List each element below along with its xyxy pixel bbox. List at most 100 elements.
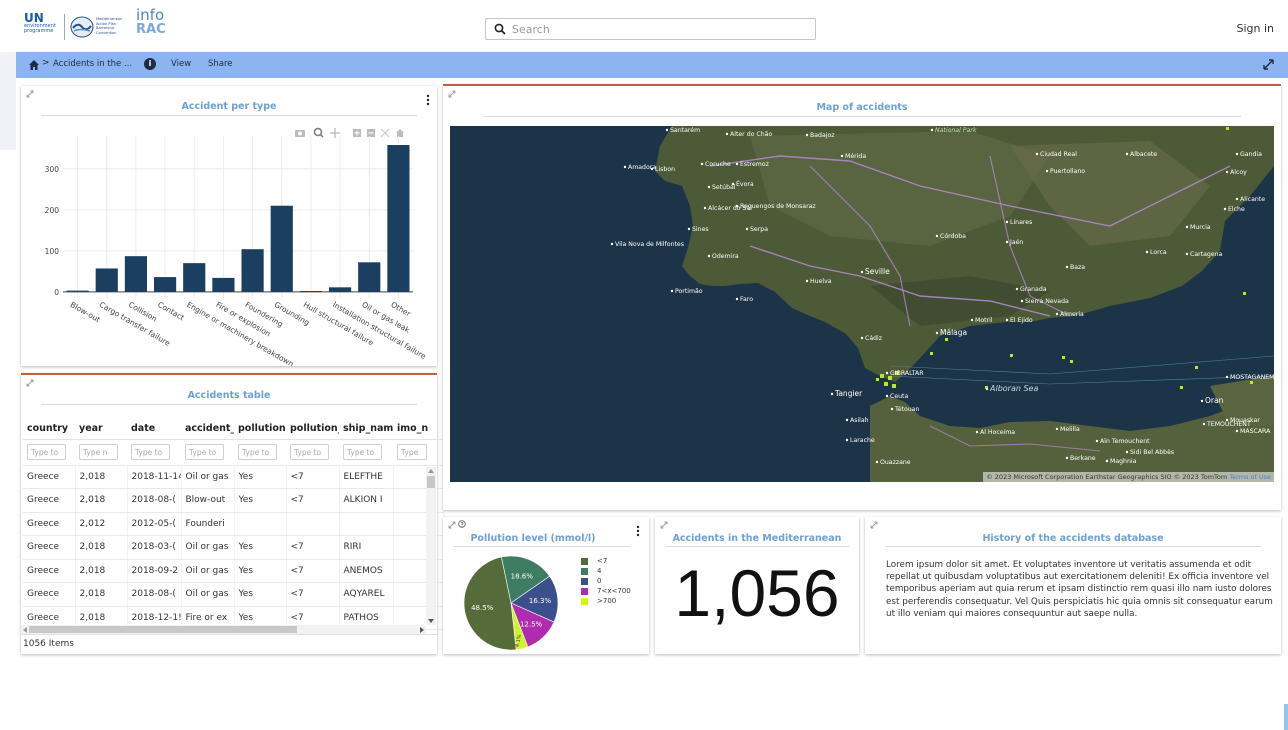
page-scroll-indicator[interactable]: [1284, 704, 1288, 730]
table-cell[interactable]: 2,018: [75, 535, 128, 560]
table-cell[interactable]: 2018-08-(: [127, 488, 182, 513]
expand-icon[interactable]: [660, 521, 668, 529]
column-header[interactable]: ship_nam: [339, 419, 393, 440]
scroll-right-icon[interactable]: [420, 627, 425, 633]
table-cell[interactable]: [286, 512, 340, 536]
search-icon[interactable]: [494, 23, 506, 35]
un-environment-logo[interactable]: UN environment programme: [24, 12, 64, 42]
column-header[interactable]: accident_: [181, 419, 234, 440]
horizontal-scrollbar[interactable]: [21, 625, 426, 634]
view-menu[interactable]: View: [171, 59, 191, 69]
bar[interactable]: [212, 277, 235, 292]
table-cell[interactable]: Oil or gas: [181, 559, 235, 583]
bar[interactable]: [66, 290, 89, 292]
table-cell[interactable]: Oil or gas: [181, 465, 235, 489]
table-cell[interactable]: Yes: [234, 582, 287, 607]
table-cell[interactable]: Greece: [23, 582, 76, 607]
table-cell[interactable]: 2018-11-14: [127, 465, 182, 489]
table-row[interactable]: Greece 2,018 2018-08-(Blow-out Yes <7 ALKION …: [23, 488, 444, 513]
table-cell[interactable]: 2012-05-(: [127, 512, 182, 536]
column-filter-input[interactable]: Type to: [290, 444, 329, 460]
table-cell[interactable]: Greece: [23, 535, 76, 560]
search-input[interactable]: [512, 20, 810, 38]
column-header[interactable]: year: [75, 419, 127, 440]
table-cell[interactable]: ANEMOS: [339, 559, 394, 583]
table-cell[interactable]: 2,018: [75, 559, 128, 583]
table-cell[interactable]: 2018-03-(: [127, 535, 182, 560]
info-rac-logo[interactable]: info RAC: [136, 8, 170, 44]
table-cell[interactable]: <7: [286, 488, 340, 513]
column-header[interactable]: imo_n: [393, 419, 443, 440]
table-cell[interactable]: ALKION I: [339, 488, 394, 513]
home-icon[interactable]: [28, 59, 40, 71]
table-cell[interactable]: Greece: [23, 559, 76, 583]
table-cell[interactable]: Greece: [23, 488, 76, 513]
bar[interactable]: [95, 268, 118, 292]
table-cell[interactable]: [339, 512, 394, 536]
column-header[interactable]: pollution: [234, 419, 286, 440]
bar[interactable]: [124, 256, 147, 292]
table-row[interactable]: Greece 2,018 2018-03-(Oil or gas Yes <7 RIRI: [23, 535, 444, 560]
breadcrumb-current[interactable]: Accidents in the ...: [53, 59, 132, 69]
share-menu[interactable]: Share: [208, 59, 233, 69]
table-cell[interactable]: 2018-09-2: [127, 559, 182, 583]
table-cell[interactable]: Greece: [23, 465, 76, 489]
fullscreen-icon[interactable]: [1263, 59, 1274, 70]
sign-in-link[interactable]: Sign in: [1236, 22, 1274, 35]
expand-icon[interactable]: [26, 379, 34, 387]
bar[interactable]: [329, 287, 352, 292]
vertical-scrollbar[interactable]: [426, 467, 436, 625]
map-canvas[interactable]: Santarém Alter do Chão Badajoz Mérida Ciudad…: [450, 126, 1274, 482]
column-header[interactable]: country: [23, 419, 75, 440]
table-cell[interactable]: 2,012: [75, 512, 128, 536]
table-cell[interactable]: ELEFTHE: [339, 465, 394, 489]
table-cell[interactable]: RIRI: [339, 535, 394, 560]
table-row[interactable]: Greece 2,018 2018-09-2 Oil or gas Yes <7 ANEMO…: [23, 559, 444, 583]
table-cell[interactable]: Yes: [234, 559, 287, 583]
terms-of-use-link[interactable]: Terms of Use: [1229, 473, 1271, 481]
table-row[interactable]: Greece 2,018 2018-11-14 Oil or gas Yes <7 ELEF…: [23, 465, 444, 489]
table-cell[interactable]: Yes: [234, 465, 287, 489]
table-cell[interactable]: AQYAREL: [339, 582, 394, 607]
bar[interactable]: [299, 291, 322, 293]
expand-icon[interactable]: [448, 90, 456, 98]
table-cell[interactable]: <7: [286, 465, 340, 489]
horizontal-scroll-thumb[interactable]: [29, 626, 297, 633]
mediterranean-action-plan-logo[interactable]: Mediterranean Action Plan Barcelona Conv…: [70, 14, 126, 40]
column-filter-input[interactable]: Type to: [343, 444, 382, 460]
table-cell[interactable]: Yes: [234, 488, 287, 513]
column-filter-input[interactable]: Type n: [79, 444, 118, 460]
column-header[interactable]: pollution_: [286, 419, 339, 440]
table-row[interactable]: Greece 2,012 2012-05-(Founderi: [23, 512, 444, 536]
table-cell[interactable]: 2,018: [75, 582, 128, 607]
accidents-map[interactable]: Santarém Alter do Chão Badajoz Mérida Ciudad…: [450, 126, 1274, 482]
scroll-down-icon[interactable]: [428, 619, 434, 624]
table-cell[interactable]: <7: [286, 582, 340, 607]
column-filter-input[interactable]: Type to: [27, 444, 66, 460]
scroll-left-icon[interactable]: [22, 627, 27, 633]
table-cell[interactable]: Yes: [234, 535, 287, 560]
column-filter-input[interactable]: Type to: [185, 444, 224, 460]
bar[interactable]: [270, 205, 293, 292]
table-cell[interactable]: Founderi: [181, 512, 235, 536]
table-cell[interactable]: 2,018: [75, 465, 128, 489]
info-icon[interactable]: i: [144, 58, 156, 70]
table-cell[interactable]: 2,018: [75, 488, 128, 513]
table-cell[interactable]: 2018-08-(: [127, 582, 182, 607]
bar[interactable]: [358, 262, 381, 292]
vertical-scroll-thumb[interactable]: [427, 476, 435, 488]
column-header[interactable]: date: [127, 419, 181, 440]
expand-icon[interactable]: [870, 521, 878, 529]
table-cell[interactable]: Blow-out: [181, 488, 235, 513]
table-cell[interactable]: Oil or gas: [181, 582, 235, 607]
column-filter-input[interactable]: Type to: [238, 444, 277, 460]
table-cell[interactable]: [234, 512, 287, 536]
column-filter-input[interactable]: Type: [397, 444, 427, 460]
table-cell[interactable]: Greece: [23, 512, 76, 536]
scroll-up-icon[interactable]: [428, 468, 434, 473]
table-cell[interactable]: <7: [286, 559, 340, 583]
bar[interactable]: [154, 277, 177, 292]
table-cell[interactable]: Oil or gas: [181, 535, 235, 560]
column-filter-input[interactable]: Type to: [131, 444, 170, 460]
table-row[interactable]: Greece 2,018 2018-08-(Oil or gas Yes <7 AQYAR…: [23, 582, 444, 607]
